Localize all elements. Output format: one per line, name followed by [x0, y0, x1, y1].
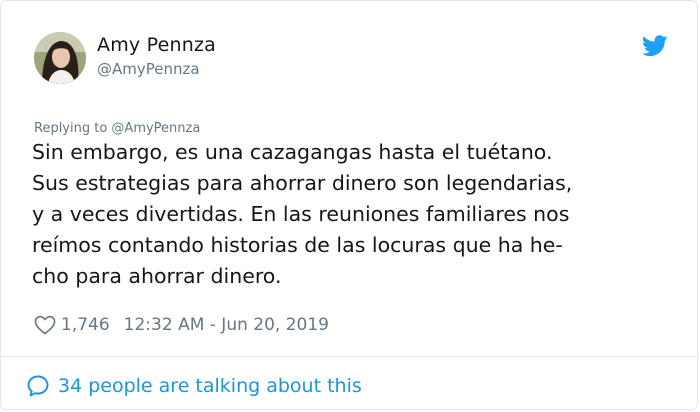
replying-to-label[interactable]: Replying to @AmyPennza	[34, 121, 200, 136]
like-count[interactable]: 1,746	[61, 315, 110, 335]
twitter-bird-icon[interactable]	[641, 35, 668, 57]
author-handle[interactable]: @AmyPennza	[97, 60, 200, 78]
tweet-text-line: Sin embargo, es una cazagangas hasta el …	[32, 140, 553, 164]
author-name[interactable]: Amy Pennza	[97, 34, 216, 56]
tweet-text-line: y a veces divertidas. En las reuniones f…	[32, 202, 570, 226]
conversation-link[interactable]: 34 people are talking about this	[26, 374, 362, 398]
tweet-text-line: cho para ahorrar dinero.	[32, 264, 282, 288]
avatar-image	[34, 32, 86, 84]
tweet-body: Sin embargo, es una cazagangas hasta el …	[32, 137, 672, 292]
tweet-meta: 1,746 12:32 AM - Jun 20, 2019	[34, 314, 329, 336]
avatar[interactable]	[34, 32, 86, 84]
tweet-timestamp[interactable]: 12:32 AM - Jun 20, 2019	[124, 315, 329, 335]
heart-outline-icon[interactable]	[34, 315, 56, 335]
tweet-text-line: reímos contando historias de las locuras…	[32, 233, 563, 257]
speech-bubble-icon	[27, 375, 49, 397]
tweet-text-line: Sus estrategias para ahorrar dinero son …	[32, 171, 573, 195]
divider	[1, 356, 699, 357]
tweet-card: Amy Pennza @AmyPennza Replying to @AmyPe…	[0, 0, 699, 410]
conversation-link-label[interactable]: 34 people are talking about this	[58, 375, 362, 397]
